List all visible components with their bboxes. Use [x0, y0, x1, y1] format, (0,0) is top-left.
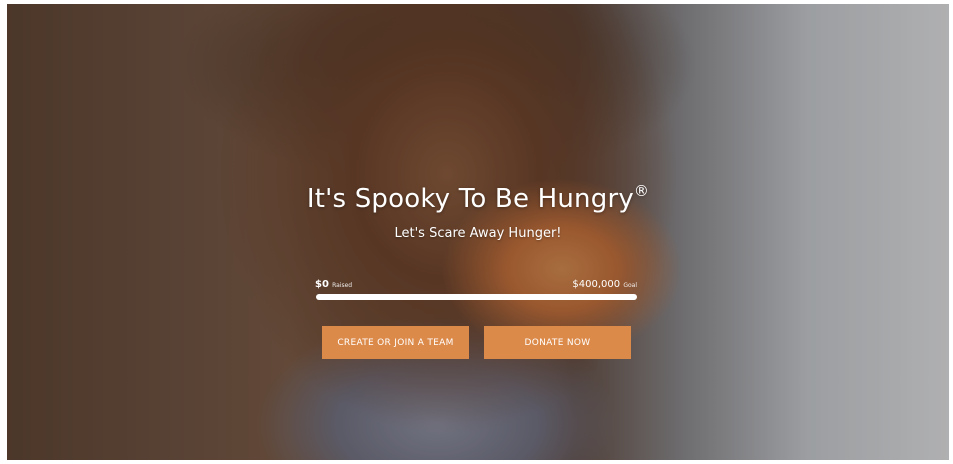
hero-content: It's Spooky To Be Hungry® Let's Scare Aw… [7, 4, 949, 460]
create-or-join-team-button[interactable]: CREATE OR JOIN A TEAM [322, 326, 469, 359]
goal-value: $400,000 [572, 279, 621, 290]
hero-banner: It's Spooky To Be Hungry® Let's Scare Aw… [7, 4, 949, 460]
hero-subtitle: Let's Scare Away Hunger! [394, 226, 562, 241]
progress-labels: $0 Raised $400,000 Goal [315, 279, 637, 293]
raised-label: Raised [332, 282, 353, 289]
goal-label: Goal [623, 282, 637, 289]
page-frame: It's Spooky To Be Hungry® Let's Scare Aw… [0, 0, 953, 464]
registered-mark: ® [633, 182, 650, 200]
goal-amount: $400,000 Goal [572, 279, 637, 290]
raised-value: $0 [315, 279, 329, 290]
hero-title: It's Spooky To Be Hungry® [7, 182, 949, 214]
fundraising-progress-bar [316, 294, 637, 300]
donate-now-button[interactable]: DONATE NOW [484, 326, 631, 359]
raised-amount: $0 Raised [315, 279, 352, 290]
hero-title-text: It's Spooky To Be Hungry [306, 184, 634, 214]
